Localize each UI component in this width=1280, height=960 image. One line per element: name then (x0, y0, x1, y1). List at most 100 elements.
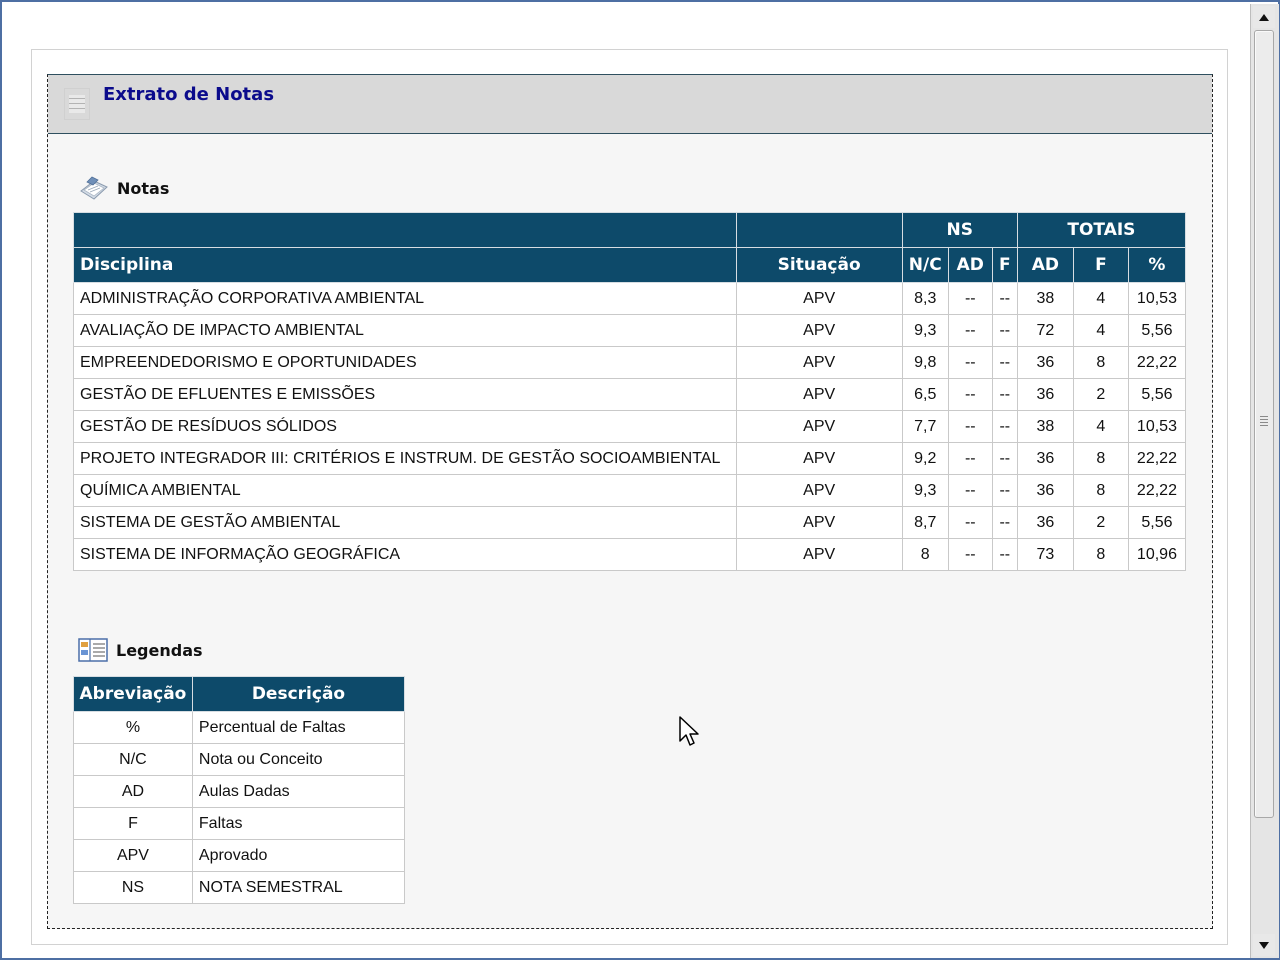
cell-ns-f: -- (991, 314, 1018, 347)
cell-nc: 6,5 (901, 378, 949, 411)
cell-descricao: Aprovado (191, 839, 406, 872)
table-row: EMPREENDEDORISMO E OPORTUNIDADES APV 9,8 --… (73, 346, 1187, 379)
cell-percent: 10,53 (1127, 410, 1187, 443)
col-header-ns-ad: AD (947, 247, 993, 283)
vertical-scrollbar[interactable] (1250, 4, 1279, 958)
table-row: AVALIAÇÃO DE IMPACTO AMBIENTAL APV 9,3 -- --… (73, 314, 1187, 347)
cell-descricao: Nota ou Conceito (191, 743, 406, 776)
table-row: ADMINISTRAÇÃO CORPORATIVA AMBIENTAL APV 8,… (73, 282, 1187, 315)
cell-percent: 5,56 (1127, 506, 1187, 539)
cell-abreviacao: F (73, 807, 193, 840)
page-title: Extrato de Notas (103, 84, 275, 105)
cell-totais-f: 2 (1072, 378, 1129, 411)
cell-percent: 5,56 (1127, 378, 1187, 411)
cell-totais-ad: 36 (1016, 442, 1074, 475)
cell-situacao: APV (735, 346, 903, 379)
table-row: GESTÃO DE RESÍDUOS SÓLIDOS APV 7,7 -- -- 38 4 1… (73, 410, 1187, 443)
cell-ns-ad: -- (947, 442, 993, 475)
col-header-totais-ad: AD (1016, 247, 1074, 283)
cell-percent: 22,22 (1127, 442, 1187, 475)
table-row: QUÍMICA AMBIENTAL APV 9,3 -- -- 36 8 22,22 (73, 474, 1187, 507)
cell-abreviacao: % (73, 711, 193, 744)
cell-nc: 9,3 (901, 474, 949, 507)
cell-disciplina: QUÍMICA AMBIENTAL (73, 474, 737, 507)
cell-totais-ad: 72 (1016, 314, 1074, 347)
table-row: NS NOTA SEMESTRAL (73, 871, 406, 904)
cell-ns-ad: -- (947, 314, 993, 347)
cell-nc: 9,2 (901, 442, 949, 475)
group-header-blank (735, 212, 903, 248)
cell-descricao: Aulas Dadas (191, 775, 406, 808)
cell-situacao: APV (735, 410, 903, 443)
cell-nc: 9,3 (901, 314, 949, 347)
cell-situacao: APV (735, 506, 903, 539)
cell-totais-f: 8 (1072, 346, 1129, 379)
cell-percent: 5,56 (1127, 314, 1187, 347)
cell-abreviacao: APV (73, 839, 193, 872)
cell-percent: 22,22 (1127, 474, 1187, 507)
scrollbar-grip (1260, 416, 1268, 426)
table-row: F Faltas (73, 807, 406, 840)
table-row: % Percentual de Faltas (73, 711, 406, 744)
cell-percent: 10,96 (1127, 538, 1187, 571)
col-header-disciplina: Disciplina (73, 247, 737, 283)
col-header-totais-f: F (1072, 247, 1129, 283)
cell-situacao: APV (735, 282, 903, 315)
scrollbar-thumb[interactable] (1254, 30, 1274, 818)
table-row: GESTÃO DE EFLUENTES E EMISSÕES APV 6,5 -- --… (73, 378, 1187, 411)
grades-panel: Extrato de Notas Notas NS TOTAIS Discipl… (47, 74, 1213, 929)
table-row: SISTEMA DE GESTÃO AMBIENTAL APV 8,7 -- -- 36 2… (73, 506, 1187, 539)
legendas-section-label: Legendas (116, 640, 203, 660)
cell-nc: 9,8 (901, 346, 949, 379)
cell-totais-ad: 73 (1016, 538, 1074, 571)
cell-ns-ad: -- (947, 410, 993, 443)
cell-situacao: APV (735, 314, 903, 347)
cell-totais-f: 8 (1072, 538, 1129, 571)
page-viewport: Extrato de Notas Notas NS TOTAIS Discipl… (2, 2, 1250, 958)
cell-abreviacao: N/C (73, 743, 193, 776)
cell-descricao: Faltas (191, 807, 406, 840)
grades-group-header-row: NS TOTAIS (73, 212, 1187, 248)
browser-window: Extrato de Notas Notas NS TOTAIS Discipl… (0, 0, 1280, 960)
cell-abreviacao: NS (73, 871, 193, 904)
legend-header-row: Abreviação Descrição (73, 676, 406, 712)
table-row: PROJETO INTEGRADOR III: CRITÉRIOS E INST… (73, 442, 1187, 475)
cell-ns-ad: -- (947, 474, 993, 507)
cell-disciplina: SISTEMA DE GESTÃO AMBIENTAL (73, 506, 737, 539)
cell-ns-ad: -- (947, 282, 993, 315)
cell-ns-f: -- (991, 378, 1018, 411)
col-header-abreviacao: Abreviação (73, 676, 193, 712)
group-header-totais: TOTAIS (1016, 212, 1187, 248)
cell-disciplina: EMPREENDEDORISMO E OPORTUNIDADES (73, 346, 737, 379)
scroll-down-arrow-icon[interactable] (1253, 934, 1275, 956)
cell-descricao: NOTA SEMESTRAL (191, 871, 406, 904)
cell-situacao: APV (735, 442, 903, 475)
cell-ns-f: -- (991, 346, 1018, 379)
cell-totais-f: 4 (1072, 314, 1129, 347)
cell-totais-ad: 36 (1016, 474, 1074, 507)
cell-totais-ad: 38 (1016, 410, 1074, 443)
document-icon (64, 88, 90, 120)
notas-section-label: Notas (117, 178, 170, 198)
cell-situacao: APV (735, 378, 903, 411)
cell-ns-f: -- (991, 442, 1018, 475)
cell-abreviacao: AD (73, 775, 193, 808)
col-header-descricao: Descrição (191, 676, 406, 712)
cell-ns-f: -- (991, 474, 1018, 507)
table-row: SISTEMA DE INFORMAÇÃO GEOGRÁFICA APV 8 -- --… (73, 538, 1187, 571)
cell-ns-f: -- (991, 282, 1018, 315)
cell-totais-f: 8 (1072, 442, 1129, 475)
table-row: AD Aulas Dadas (73, 775, 406, 808)
cell-ns-ad: -- (947, 378, 993, 411)
legendas-section-header: Legendas (78, 637, 203, 663)
cell-disciplina: GESTÃO DE EFLUENTES E EMISSÕES (73, 378, 737, 411)
cell-totais-ad: 36 (1016, 378, 1074, 411)
table-row: N/C Nota ou Conceito (73, 743, 406, 776)
cell-totais-f: 8 (1072, 474, 1129, 507)
grades-table-body: ADMINISTRAÇÃO CORPORATIVA AMBIENTAL APV 8,… (73, 282, 1187, 571)
cell-totais-f: 4 (1072, 282, 1129, 315)
col-header-situacao: Situação (735, 247, 903, 283)
col-header-nc: N/C (901, 247, 949, 283)
scroll-up-arrow-icon[interactable] (1253, 6, 1275, 28)
group-header-blank (73, 212, 737, 248)
